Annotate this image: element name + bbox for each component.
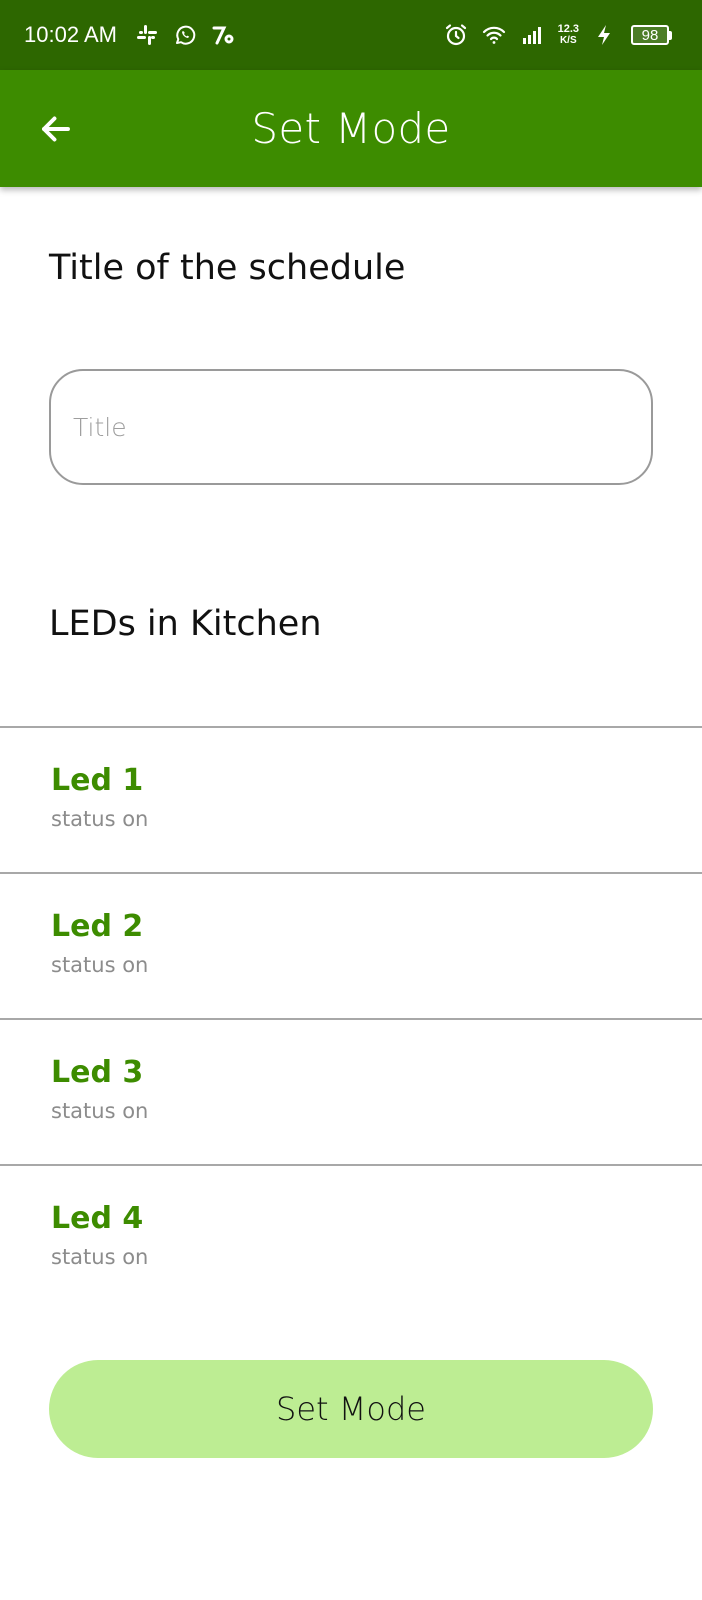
led-item-3[interactable]: Led 3 status on bbox=[0, 1018, 702, 1164]
led-status: status on bbox=[51, 1099, 149, 1123]
battery-tip bbox=[669, 30, 672, 40]
signal-icon bbox=[520, 23, 544, 47]
led-name: Led 1 bbox=[51, 763, 144, 798]
led-name: Led 3 bbox=[51, 1055, 144, 1090]
led-name: Led 4 bbox=[51, 1201, 144, 1236]
network-speed-unit: K/S bbox=[559, 35, 577, 46]
schedule-title-heading: Title of the schedule bbox=[49, 248, 406, 288]
set-mode-button[interactable]: Set Mode bbox=[49, 1360, 653, 1458]
network-speed-value: 12.3 bbox=[557, 23, 579, 35]
charging-icon bbox=[593, 23, 617, 47]
battery-indicator: 98 bbox=[631, 25, 672, 45]
led-name: Led 2 bbox=[51, 909, 144, 944]
page-title: Set Mode bbox=[251, 104, 451, 153]
status-bar-left: 10:02 AM bbox=[24, 22, 235, 48]
wifi-icon bbox=[482, 23, 506, 47]
slack-icon bbox=[135, 23, 159, 47]
led-item-2[interactable]: Led 2 status on bbox=[0, 872, 702, 1018]
app-bar: Set Mode bbox=[0, 70, 702, 187]
title-input[interactable] bbox=[49, 369, 653, 485]
arrow-left-icon bbox=[42, 116, 70, 141]
back-button[interactable] bbox=[30, 103, 82, 155]
led-item-4[interactable]: Led 4 status on bbox=[0, 1164, 702, 1310]
leds-heading: LEDs in Kitchen bbox=[49, 604, 322, 644]
battery-level: 98 bbox=[631, 25, 669, 45]
status-bar-right: 12.3 K/S 98 bbox=[444, 23, 672, 47]
network-speed: 12.3 K/S bbox=[557, 23, 579, 47]
led-list: Led 1 status on Led 2 status on Led 3 st… bbox=[0, 726, 702, 1310]
led-status: status on bbox=[51, 953, 149, 977]
alarm-icon bbox=[444, 23, 468, 47]
whatsapp-icon bbox=[173, 23, 197, 47]
status-bar: 10:02 AM 12.3 K/S 98 bbox=[0, 0, 702, 70]
led-status: status on bbox=[51, 807, 149, 831]
status-time: 10:02 AM bbox=[24, 22, 117, 47]
led-status: status on bbox=[51, 1245, 149, 1269]
app-notification-icon bbox=[211, 23, 235, 47]
led-item-1[interactable]: Led 1 status on bbox=[0, 726, 702, 872]
